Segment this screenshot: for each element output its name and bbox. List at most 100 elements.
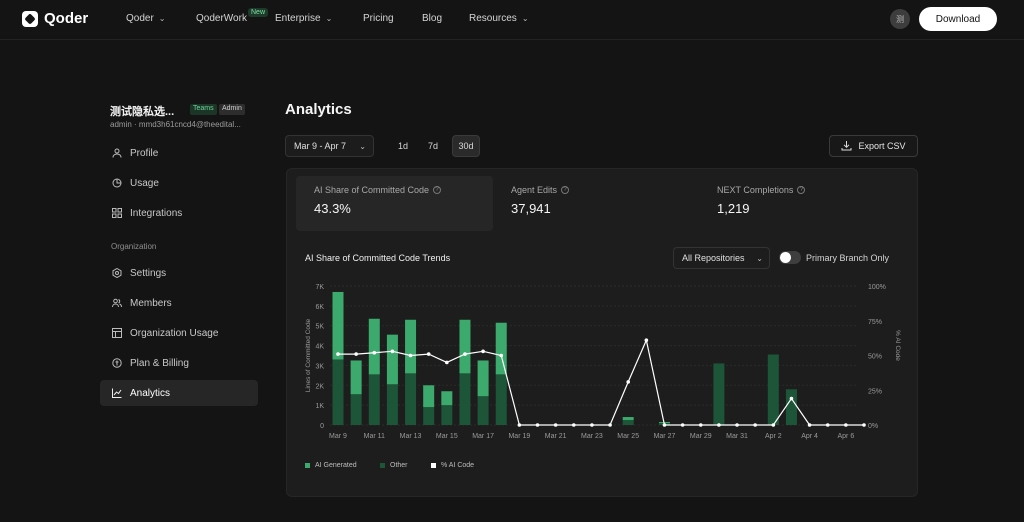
bar-other	[368, 374, 380, 425]
metric-next-completions[interactable]: NEXT Completions? 1,219	[699, 176, 896, 231]
sidebar-item-integrations[interactable]: Integrations	[100, 200, 258, 226]
date-range-value: Mar 9 - Apr 7	[294, 141, 347, 151]
nav-item-pricing[interactable]: Pricing	[363, 13, 394, 24]
x-tick-label: Mar 31	[726, 433, 748, 440]
ai-percent-point	[608, 423, 612, 427]
x-tick-label: Mar 13	[400, 433, 422, 440]
nav-item-qoder[interactable]: Qoder ⌄	[126, 13, 166, 24]
bar-ai-generated	[350, 360, 362, 395]
x-tick-label: Mar 17	[472, 433, 494, 440]
bar-other	[713, 363, 725, 425]
nav-item-label: Pricing	[363, 13, 394, 24]
bar-ai-generated	[332, 291, 344, 360]
workspace-email: admin · mmd3h61cncd4@theedital...	[110, 120, 241, 129]
y2-tick-label: 0%	[868, 423, 878, 430]
nav-item-label: QoderWork	[196, 13, 247, 24]
metric-label-text: NEXT Completions	[717, 185, 794, 195]
ai-percent-point	[771, 423, 776, 427]
help-icon[interactable]: ?	[797, 186, 806, 194]
sidebar-item-analytics[interactable]: Analytics	[100, 380, 258, 406]
ai-percent-point	[590, 423, 594, 427]
repository-select[interactable]: All Repositories ⌄	[673, 247, 770, 269]
primary-branch-toggle[interactable]	[779, 251, 801, 264]
nav-item-label: Blog	[422, 13, 443, 24]
avatar[interactable]: 测	[890, 9, 910, 29]
nav-item-label: Qoder	[126, 13, 154, 24]
metric-agent-edits[interactable]: Agent Edits? 37,941	[493, 176, 690, 231]
user-icon	[112, 148, 122, 158]
legend-item-other: Other	[380, 462, 408, 469]
y-tick-label: 6K	[315, 304, 324, 311]
metric-label: Agent Edits?	[511, 185, 690, 195]
bar-ai-generated	[459, 319, 471, 374]
ai-percent-point	[753, 423, 757, 427]
ai-percent-point	[680, 423, 685, 427]
y-tick-label: 5K	[315, 324, 324, 331]
ai-percent-point	[499, 353, 504, 358]
nav-item-resources[interactable]: Resources ⌄	[469, 13, 529, 24]
y-tick-label: 7K	[315, 284, 324, 291]
y2-tick-label: 75%	[868, 319, 882, 326]
qoder-logo-icon	[22, 10, 38, 27]
x-tick-label: Apr 2	[765, 433, 782, 440]
x-tick-label: Mar 9	[329, 433, 347, 440]
ai-percent-point	[445, 360, 449, 365]
ai-percent-point	[481, 349, 485, 354]
sidebar-item-settings[interactable]: Settings	[100, 260, 258, 286]
ai-percent-point	[789, 396, 794, 401]
ai-percent-point	[390, 349, 395, 354]
bar-ai-generated	[368, 318, 380, 375]
ai-percent-point	[408, 353, 413, 358]
ai-percent-point	[698, 423, 703, 427]
x-tick-label: Mar 27	[654, 433, 676, 440]
metric-ai-share[interactable]: AI Share of Committed Code? 43.3%	[296, 176, 493, 231]
y-tick-label: 1K	[315, 403, 324, 410]
help-icon[interactable]: ?	[561, 186, 570, 194]
sidebar-item-profile[interactable]: Profile	[100, 140, 258, 166]
trend-chart: 0 1K 2K 3K 4K 5K 6K 7K 0% 25% 50% 75% 100% Lines of C…	[305, 284, 901, 440]
sidebar-item-members[interactable]: Members	[100, 290, 258, 316]
chart-icon	[112, 388, 122, 398]
x-tick-label: Apr 6	[837, 433, 854, 440]
export-csv-button[interactable]: Export CSV	[829, 135, 918, 157]
y-tick-label: 0	[320, 423, 324, 430]
range-30d-button[interactable]: 30d	[452, 135, 480, 157]
ai-percent-point	[463, 352, 467, 356]
metric-label: AI Share of Committed Code?	[314, 185, 493, 195]
bar-other	[767, 354, 779, 425]
chevron-down-icon: ⌄	[325, 14, 333, 23]
x-tick-label: Mar 21	[545, 433, 567, 440]
download-button[interactable]: Download	[919, 7, 997, 31]
organization-section-label: Organization	[111, 242, 157, 251]
help-icon[interactable]: ?	[433, 186, 442, 194]
logo[interactable]: Qoder	[22, 10, 88, 27]
sidebar-item-usage[interactable]: Usage	[100, 170, 258, 196]
ai-percent-point	[372, 350, 377, 355]
ai-percent-point	[807, 423, 812, 427]
ai-percent-point	[571, 423, 576, 427]
ai-percent-point	[662, 423, 667, 427]
date-range-select[interactable]: Mar 9 - Apr 7 ⌄	[285, 135, 374, 157]
chevron-down-icon: ⌄	[521, 14, 529, 23]
nav-item-enterprise[interactable]: Enterprise ⌄	[275, 13, 332, 24]
nav-item-qoderwork[interactable]: QoderWork	[196, 13, 247, 24]
trend-title: AI Share of Committed Code Trends	[305, 253, 451, 263]
top-nav: Qoder Qoder ⌄ QoderWork New Enterprise ⌄ P…	[0, 0, 1024, 40]
range-1d-button[interactable]: 1d	[394, 135, 412, 157]
admin-badge: Admin	[219, 104, 245, 115]
legend-label: Other	[390, 462, 408, 469]
bar-ai-generated	[477, 360, 489, 397]
y-axis-label: Lines of Committed Code	[305, 318, 312, 392]
nav-item-blog[interactable]: Blog	[422, 13, 442, 24]
sidebar-item-organization-usage[interactable]: Organization Usage	[100, 320, 258, 346]
ai-percent-point	[535, 423, 540, 427]
sidebar-item-plan-billing[interactable]: Plan & Billing	[100, 350, 258, 376]
pie-icon	[112, 178, 122, 188]
y2-tick-label: 50%	[868, 354, 882, 361]
grid-icon	[112, 208, 122, 218]
y-tick-label: 4K	[315, 344, 324, 351]
billing-icon	[112, 358, 122, 368]
teams-badge: Teams	[190, 104, 217, 115]
ai-percent-line	[338, 338, 864, 426]
range-7d-button[interactable]: 7d	[424, 135, 442, 157]
